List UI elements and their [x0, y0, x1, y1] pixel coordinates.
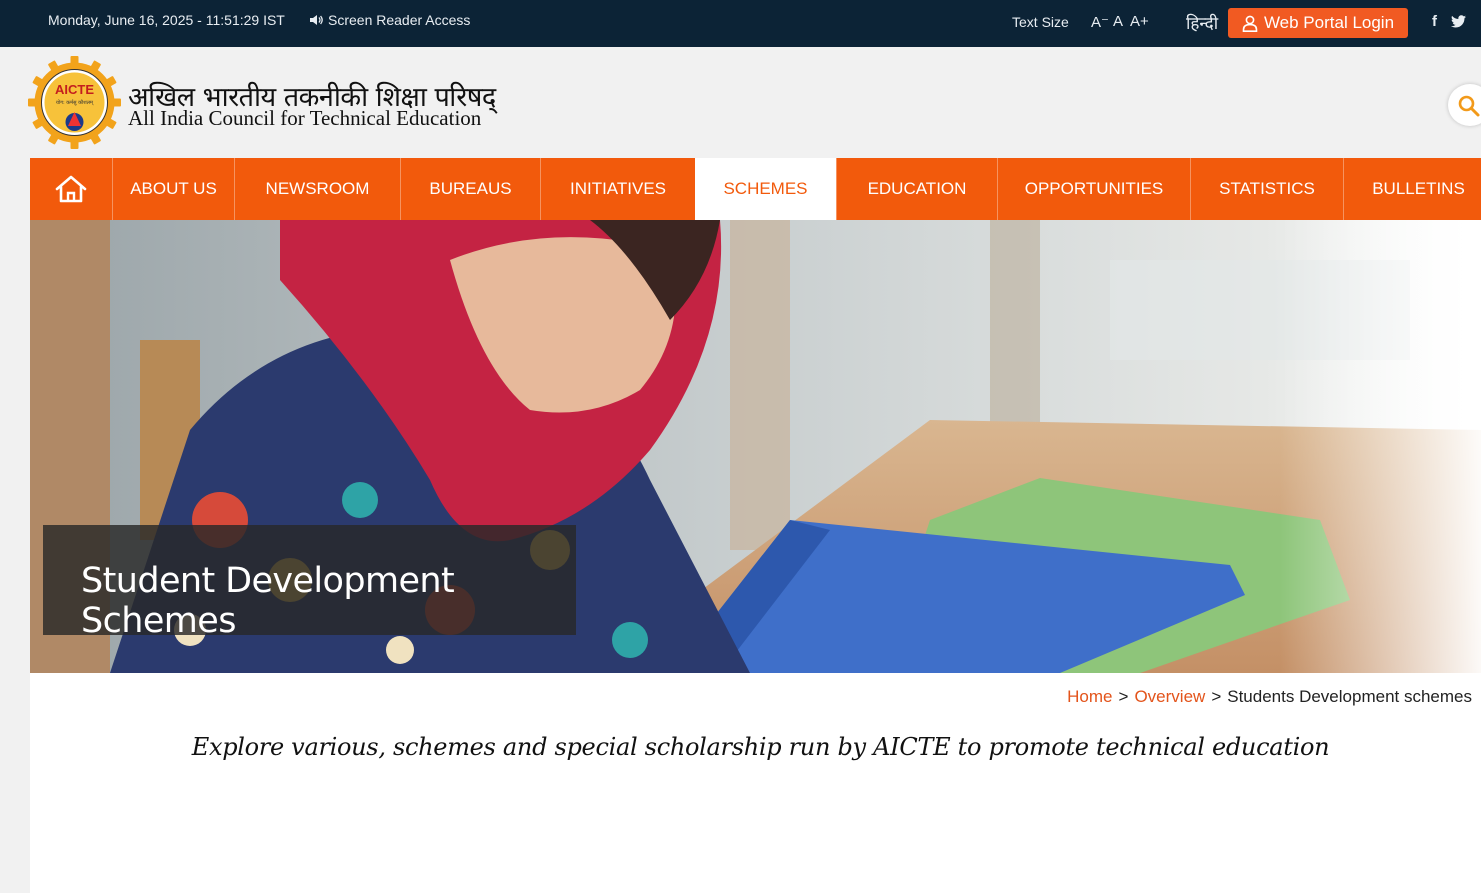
text-size-label: Text Size	[1012, 14, 1069, 30]
nav-education[interactable]: EDUCATION	[836, 158, 997, 220]
screen-reader-label: Screen Reader Access	[328, 12, 471, 28]
nav-statistics[interactable]: STATISTICS	[1190, 158, 1343, 220]
user-icon	[1242, 15, 1258, 32]
top-bar: Monday, June 16, 2025 - 11:51:29 IST Scr…	[0, 0, 1481, 47]
main-navigation: ABOUT US NEWSROOM BUREAUS INITIATIVES SC…	[30, 158, 1481, 220]
hindi-language-link[interactable]: हिन्दी	[1186, 11, 1218, 34]
speaker-icon	[310, 15, 323, 25]
screen-reader-link[interactable]: Screen Reader Access	[309, 12, 470, 28]
nav-bureaus[interactable]: BUREAUS	[400, 158, 540, 220]
nav-about-us[interactable]: ABOUT US	[112, 158, 234, 220]
breadcrumb-overview[interactable]: Overview	[1134, 687, 1205, 706]
logo-text: AICTE	[55, 82, 94, 97]
logo-subtext: योग: कर्मसु कौशलम्	[56, 99, 94, 106]
nav-schemes[interactable]: SCHEMES	[695, 158, 836, 220]
text-size-decrease-button[interactable]: A⁻	[1091, 13, 1109, 31]
breadcrumb-separator: >	[1211, 687, 1222, 706]
page-tagline: Explore various, schemes and special sch…	[191, 733, 1330, 761]
breadcrumb-current: Students Development schemes	[1227, 687, 1472, 706]
search-icon	[1458, 95, 1480, 117]
aicte-logo[interactable]: AICTE योग: कर्मसु कौशलम्	[28, 56, 121, 149]
web-portal-login-button[interactable]: Web Portal Login	[1228, 8, 1408, 38]
title-english: All India Council for Technical Educatio…	[128, 106, 482, 130]
text-size-increase-button[interactable]: A+	[1130, 13, 1149, 30]
breadcrumb: Home > Overview > Students Development schem…	[1067, 687, 1472, 707]
search-button[interactable]	[1448, 84, 1481, 126]
hero-caption-box: Student Development Schemes	[43, 525, 576, 641]
text-size-normal-button[interactable]: A	[1113, 13, 1123, 30]
nav-home[interactable]	[30, 158, 112, 220]
site-header: AICTE योग: कर्मसु कौशलम् अखिल भारतीय तकन…	[0, 47, 1481, 158]
breadcrumb-separator: >	[1118, 687, 1129, 706]
date-time: Monday, June 16, 2025 - 11:51:29 IST	[48, 12, 285, 28]
nav-bulletins[interactable]: BULLETINS	[1343, 158, 1481, 220]
nav-newsroom[interactable]: NEWSROOM	[234, 158, 400, 220]
hero-caption-title: Student Development Schemes	[81, 561, 455, 641]
nav-opportunities[interactable]: OPPORTUNITIES	[997, 158, 1190, 220]
home-icon	[55, 175, 87, 203]
nav-initiatives[interactable]: INITIATIVES	[540, 158, 695, 220]
facebook-icon[interactable]: f	[1432, 13, 1437, 30]
login-label: Web Portal Login	[1263, 13, 1395, 32]
main-content: Home > Overview > Students Development schem…	[30, 673, 1481, 893]
breadcrumb-home[interactable]: Home	[1067, 687, 1112, 706]
hero-banner: Student Development Schemes	[30, 220, 1481, 673]
twitter-icon[interactable]	[1451, 15, 1466, 28]
